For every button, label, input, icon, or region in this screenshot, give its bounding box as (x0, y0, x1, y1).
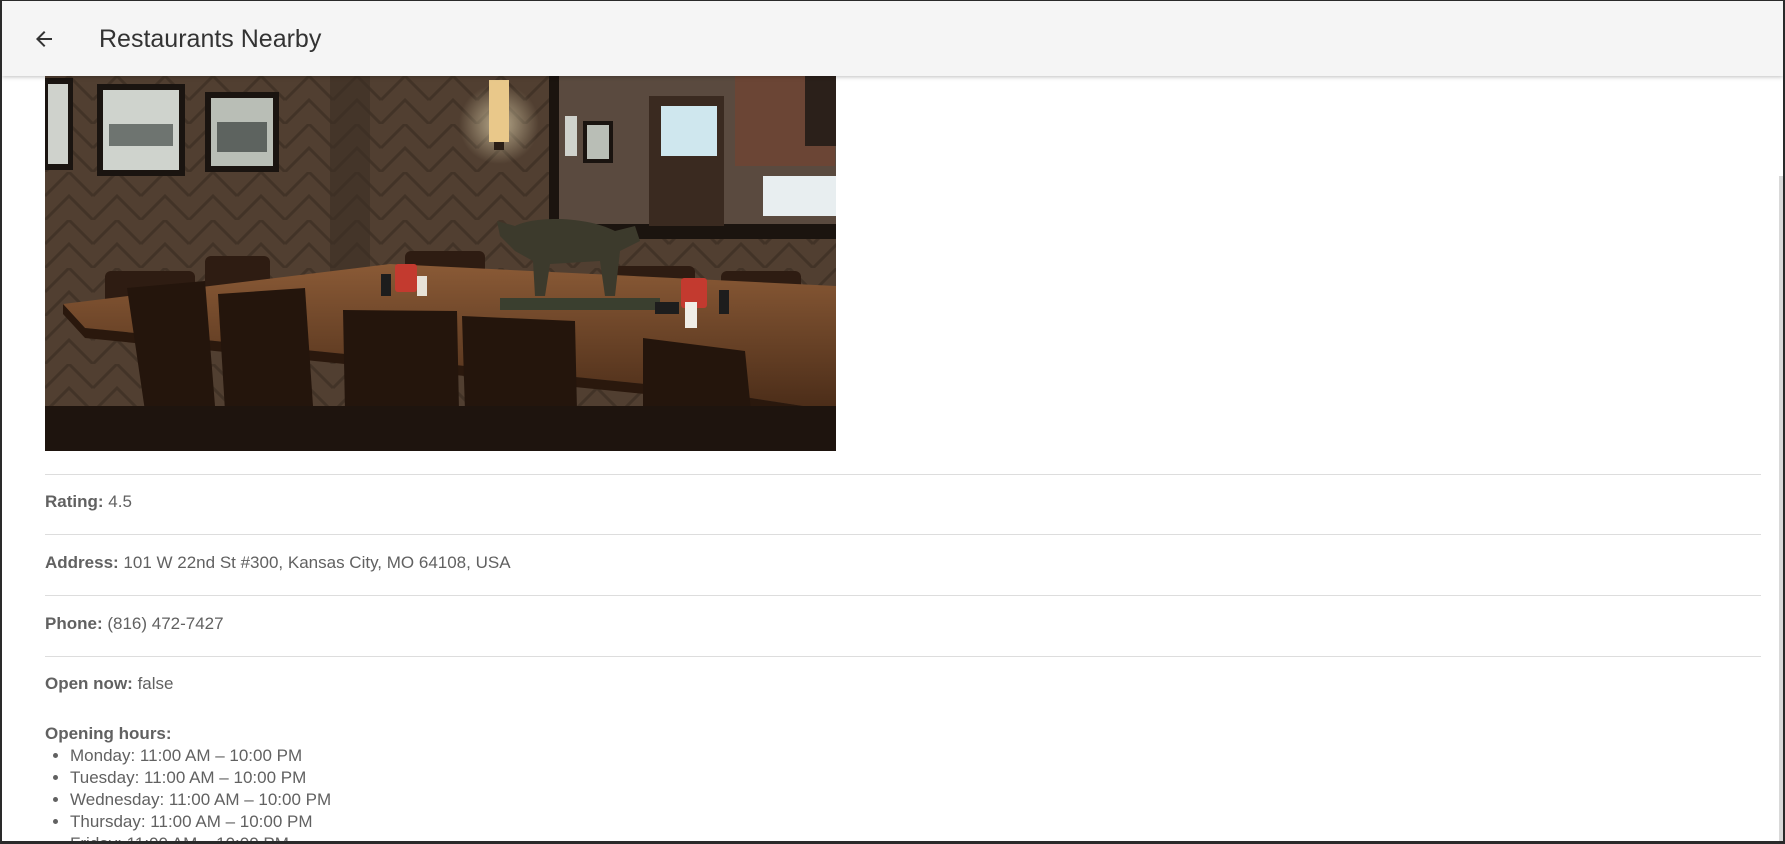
divider (45, 656, 1761, 657)
divider (45, 595, 1761, 596)
open-now-label: Open now: (45, 674, 133, 693)
list-item: Thursday: 11:00 AM – 10:00 PM (70, 811, 331, 833)
rating-value: 4.5 (108, 492, 132, 511)
scrollbar-track[interactable] (1779, 176, 1783, 841)
app-bar: Restaurants Nearby (2, 1, 1783, 76)
rating-row: Rating: 4.5 (45, 491, 1761, 513)
divider (45, 474, 1761, 475)
arrow-back-icon (36, 31, 52, 47)
list-item: Monday: 11:00 AM – 10:00 PM (70, 745, 331, 767)
divider (45, 534, 1761, 535)
restaurant-photo-image (45, 76, 836, 451)
phone-value: (816) 472-7427 (107, 614, 224, 633)
address-value: 101 W 22nd St #300, Kansas City, MO 6410… (123, 553, 511, 572)
opening-hours-heading: Opening hours: (45, 723, 1761, 745)
address-row: Address: 101 W 22nd St #300, Kansas City… (45, 552, 1761, 574)
phone-label: Phone: (45, 614, 103, 633)
restaurant-photo (45, 76, 836, 451)
phone-row: Phone: (816) 472-7427 (45, 613, 1761, 635)
list-item: Tuesday: 11:00 AM – 10:00 PM (70, 767, 331, 789)
app-window: Restaurants Nearby Rating: 4.5 Address: … (2, 1, 1783, 841)
opening-hours-label: Opening hours: (45, 724, 172, 743)
list-item: Wednesday: 11:00 AM – 10:00 PM (70, 789, 331, 811)
rating-label: Rating: (45, 492, 104, 511)
list-item: Friday: 11:00 AM – 10:00 PM (70, 833, 331, 841)
open-now-row: Open now: false (45, 673, 1761, 695)
restaurant-detail: Rating: 4.5 Address: 101 W 22nd St #300,… (2, 76, 1783, 841)
back-button[interactable] (22, 17, 66, 61)
open-now-value: false (137, 674, 174, 693)
page-title: Restaurants Nearby (99, 25, 322, 53)
address-label: Address: (45, 553, 119, 572)
opening-hours-list: Monday: 11:00 AM – 10:00 PM Tuesday: 11:… (45, 745, 331, 841)
